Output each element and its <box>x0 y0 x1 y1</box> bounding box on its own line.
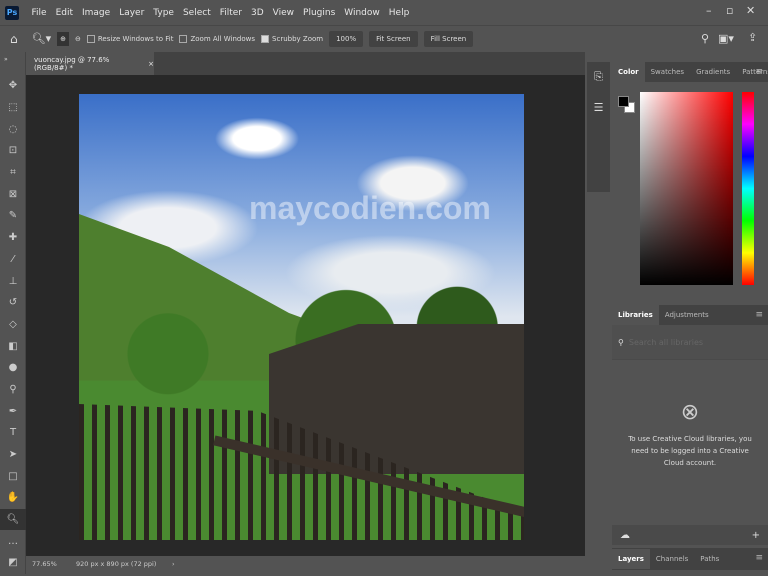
history-icon[interactable]: ⎘ <box>587 62 610 92</box>
panel-menu-icon[interactable]: ≡ <box>755 553 763 563</box>
menu-window[interactable]: Window <box>340 8 385 18</box>
login-message: To use Creative Cloud libraries, you nee… <box>628 435 752 467</box>
menu-layer[interactable]: Layer <box>115 8 149 18</box>
document-tab-title: vuoncay.jpg @ 77.6% (RGB/8#) * <box>34 55 110 72</box>
move-tool-icon[interactable]: ✥ <box>0 75 26 97</box>
type-tool-icon[interactable]: T <box>0 422 26 444</box>
tab-channels[interactable]: Channels <box>650 549 694 569</box>
healing-brush-tool-icon[interactable]: ✚ <box>0 227 26 249</box>
layers-panel: Layers Channels Paths ≡ <box>612 548 768 572</box>
menu-help[interactable]: Help <box>384 8 414 18</box>
marquee-tool-icon[interactable]: ⬚ <box>0 97 26 119</box>
tab-swatches[interactable]: Swatches <box>645 62 690 82</box>
status-menu-icon[interactable]: › <box>172 560 175 568</box>
hue-slider[interactable] <box>742 92 754 285</box>
gradient-tool-icon[interactable]: ◧ <box>0 335 26 357</box>
options-bar: ⌂ 🔍︎▾ ⊕ ⊖ Resize Windows to Fit Zoom All… <box>0 25 768 51</box>
dodge-tool-icon[interactable]: ⚲ <box>0 379 26 401</box>
menu-3d[interactable]: 3D <box>247 8 269 18</box>
resize-windows-label: Resize Windows to Fit <box>97 34 174 43</box>
collapsed-panel-dock: ⎘ ☰ <box>587 62 610 192</box>
frame-tool-icon[interactable]: ⊠ <box>0 183 26 205</box>
brush-tool-icon[interactable]: ⁄ <box>0 249 26 271</box>
maximize-button[interactable]: ▫ <box>726 4 733 17</box>
hand-tool-icon[interactable]: ✋ <box>0 487 26 509</box>
blur-tool-icon[interactable]: ● <box>0 357 26 379</box>
tab-patterns[interactable]: Patterns <box>736 62 768 82</box>
close-tab-icon[interactable]: × <box>148 60 154 68</box>
foreground-background-color-icon[interactable]: ◩ <box>0 552 26 574</box>
zoom-in-icon[interactable]: ⊕ <box>57 31 69 46</box>
foreground-color-swatch[interactable] <box>618 96 629 107</box>
document-image[interactable]: maycodien.com <box>79 94 524 540</box>
fit-screen-button[interactable]: Fit Screen <box>369 30 418 47</box>
photoshop-logo: Ps <box>5 5 19 20</box>
zoom-level[interactable]: 77.65% <box>26 560 60 568</box>
eyedropper-tool-icon[interactable]: ✎ <box>0 205 26 227</box>
menu-bar: Ps File Edit Image Layer Type Select Fil… <box>0 0 768 25</box>
zoom-tool-preset-icon[interactable]: 🔍︎▾ <box>32 32 52 45</box>
tab-paths[interactable]: Paths <box>694 549 725 569</box>
crop-tool-icon[interactable]: ⌗ <box>0 162 26 184</box>
edit-toolbar-icon[interactable]: … <box>0 530 26 552</box>
collapse-icon[interactable]: » <box>0 52 25 75</box>
library-search[interactable]: ⚲ Search all libraries <box>612 325 768 360</box>
share-icon[interactable]: ⇪ <box>748 31 757 44</box>
lasso-tool-icon[interactable]: ◌ <box>0 118 26 140</box>
history-brush-tool-icon[interactable]: ↺ <box>0 292 26 314</box>
tools-panel: » ✥ ⬚ ◌ ⊡ ⌗ ⊠ ✎ ✚ ⁄ ⊥ ↺ ◇ ◧ ● ⚲ ✒ T ➤ □ … <box>0 52 26 574</box>
path-selection-tool-icon[interactable]: ➤ <box>0 444 26 466</box>
libraries-panel: Libraries Adjustments ≡ ⚲ Search all lib… <box>612 305 768 545</box>
scrubby-zoom-checkbox[interactable]: Scrubby Zoom <box>261 34 324 43</box>
document-tab[interactable]: vuoncay.jpg @ 77.6% (RGB/8#) * × <box>26 52 154 75</box>
menu-plugins[interactable]: Plugins <box>299 8 340 18</box>
document-info: 920 px x 890 px (72 ppi) <box>76 560 157 568</box>
resize-windows-checkbox[interactable]: Resize Windows to Fit <box>86 34 174 43</box>
minimize-button[interactable]: – <box>706 4 712 17</box>
search-input[interactable]: Search all libraries <box>629 338 703 347</box>
workspace-icon[interactable]: ▣▾ <box>718 32 734 45</box>
menu-type[interactable]: Type <box>149 8 179 18</box>
document-tab-bar: vuoncay.jpg @ 77.6% (RGB/8#) * × <box>26 52 585 75</box>
search-icon: ⚲ <box>618 337 624 347</box>
add-icon[interactable]: + <box>752 530 760 541</box>
cloud-sync-icon[interactable]: ☁ <box>620 530 630 541</box>
menu-select[interactable]: Select <box>178 8 215 18</box>
status-bar: 77.65% 920 px x 890 px (72 ppi) › <box>26 556 585 572</box>
eraser-tool-icon[interactable]: ◇ <box>0 314 26 336</box>
pen-tool-icon[interactable]: ✒ <box>0 400 26 422</box>
zoom-out-icon[interactable]: ⊖ <box>75 35 81 43</box>
properties-icon[interactable]: ☰ <box>587 92 610 122</box>
creative-cloud-icon: ⊗ <box>680 400 700 425</box>
close-button[interactable]: ✕ <box>746 4 755 17</box>
tab-gradients[interactable]: Gradients <box>690 62 736 82</box>
panel-menu-icon[interactable]: ≡ <box>755 310 763 320</box>
tab-color[interactable]: Color <box>612 62 645 82</box>
fill-screen-button[interactable]: Fill Screen <box>423 30 474 47</box>
zoom-100-button[interactable]: 100% <box>329 30 364 47</box>
color-field[interactable] <box>640 92 733 285</box>
libraries-footer: ☁ + <box>612 525 768 545</box>
home-icon[interactable]: ⌂ <box>10 32 18 46</box>
tab-adjustments[interactable]: Adjustments <box>659 305 715 325</box>
tab-layers[interactable]: Layers <box>612 549 650 569</box>
zoom-all-windows-label: Zoom All Windows <box>190 34 256 43</box>
menu-edit[interactable]: Edit <box>51 8 77 18</box>
clone-stamp-tool-icon[interactable]: ⊥ <box>0 270 26 292</box>
scrubby-zoom-label: Scrubby Zoom <box>272 34 324 43</box>
panel-menu-icon[interactable]: ≡ <box>755 67 763 77</box>
color-panel: Color Swatches Gradients Patterns ≡ <box>612 62 768 300</box>
zoom-tool-icon[interactable]: 🔍︎ <box>0 508 26 531</box>
rectangle-tool-icon[interactable]: □ <box>0 465 26 487</box>
menu-view[interactable]: View <box>268 8 298 18</box>
search-icon[interactable]: ⚲ <box>701 32 709 45</box>
menu-image[interactable]: Image <box>78 8 115 18</box>
menu-file[interactable]: File <box>27 8 51 18</box>
menu-filter[interactable]: Filter <box>215 8 246 18</box>
quick-select-tool-icon[interactable]: ⊡ <box>0 140 26 162</box>
watermark: maycodien.com <box>249 190 491 226</box>
zoom-all-windows-checkbox[interactable]: Zoom All Windows <box>179 34 256 43</box>
tab-libraries[interactable]: Libraries <box>612 305 659 325</box>
